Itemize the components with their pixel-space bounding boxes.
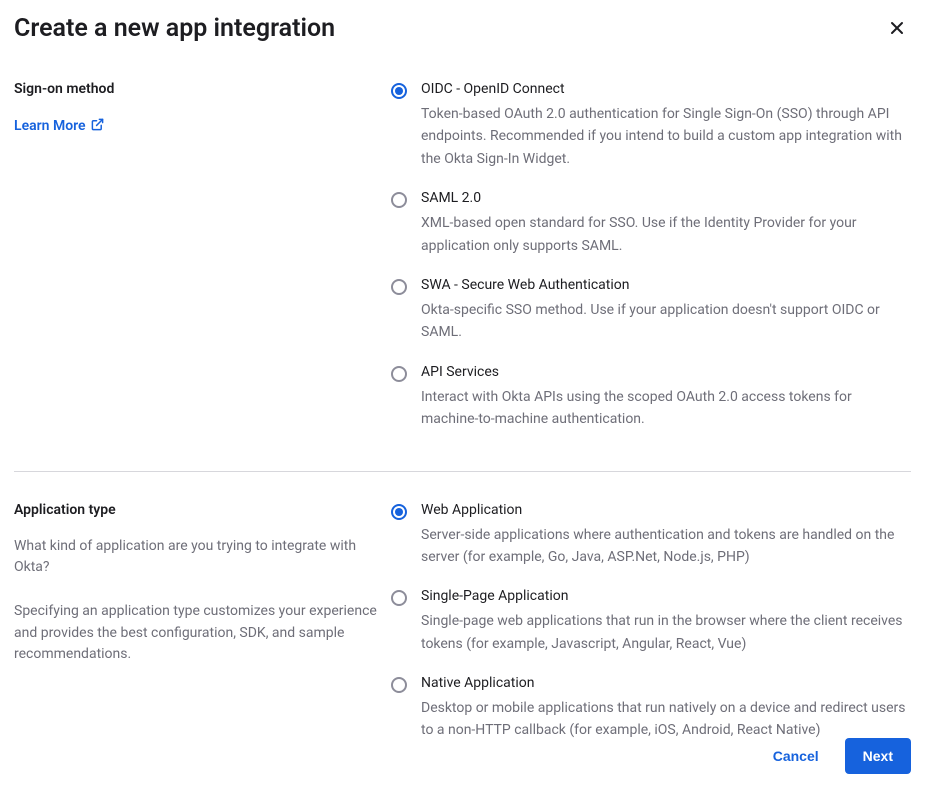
sign-on-method-label: Sign-on method xyxy=(14,81,379,97)
application-type-helper-1: What kind of application are you trying … xyxy=(14,536,379,579)
learn-more-link[interactable]: Learn More xyxy=(14,118,104,135)
radio-native-desc: Desktop or mobile applications that run … xyxy=(421,697,911,742)
radio-option-api[interactable]: API Services Interact with Okta APIs usi… xyxy=(391,364,911,431)
radio-spa-desc: Single-page web applications that run in… xyxy=(421,610,911,655)
radio-swa-desc: Okta-specific SSO method. Use if your ap… xyxy=(421,299,911,344)
radio-saml-desc: XML-based open standard for SSO. Use if … xyxy=(421,212,911,257)
next-button[interactable]: Next xyxy=(845,738,911,774)
radio-spa-title: Single-Page Application xyxy=(421,588,911,604)
radio-web-content: Web Application Server-side applications… xyxy=(421,502,911,569)
radio-web-title: Web Application xyxy=(421,502,911,518)
radio-native-title: Native Application xyxy=(421,675,911,691)
radio-oidc-title: OIDC - OpenID Connect xyxy=(421,81,911,97)
application-type-options: Web Application Server-side applications… xyxy=(391,502,911,742)
radio-oidc-desc: Token-based OAuth 2.0 authentication for… xyxy=(421,103,911,170)
dialog-title: Create a new app integration xyxy=(14,14,911,43)
radio-swa-content: SWA - Secure Web Authentication Okta-spe… xyxy=(421,277,911,344)
application-type-label: Application type xyxy=(14,502,379,518)
radio-saml-content: SAML 2.0 XML-based open standard for SSO… xyxy=(421,190,911,257)
radio-option-native[interactable]: Native Application Desktop or mobile app… xyxy=(391,675,911,742)
radio-spa-content: Single-Page Application Single-page web … xyxy=(421,588,911,655)
radio-oidc-input[interactable] xyxy=(391,83,407,99)
radio-option-web[interactable]: Web Application Server-side applications… xyxy=(391,502,911,569)
learn-more-text: Learn More xyxy=(14,118,86,134)
radio-native-content: Native Application Desktop or mobile app… xyxy=(421,675,911,742)
external-link-icon xyxy=(91,118,104,135)
radio-native-input[interactable] xyxy=(391,677,407,693)
radio-api-content: API Services Interact with Okta APIs usi… xyxy=(421,364,911,431)
radio-spa-input[interactable] xyxy=(391,590,407,606)
radio-api-desc: Interact with Okta APIs using the scoped… xyxy=(421,386,911,431)
radio-api-title: API Services xyxy=(421,364,911,380)
sign-on-method-options: OIDC - OpenID Connect Token-based OAuth … xyxy=(391,81,911,431)
radio-option-swa[interactable]: SWA - Secure Web Authentication Okta-spe… xyxy=(391,277,911,344)
radio-oidc-content: OIDC - OpenID Connect Token-based OAuth … xyxy=(421,81,911,170)
radio-api-input[interactable] xyxy=(391,366,407,382)
sign-on-method-left: Sign-on method Learn More xyxy=(14,81,379,431)
application-type-section: Application type What kind of applicatio… xyxy=(14,502,911,774)
radio-option-oidc[interactable]: OIDC - OpenID Connect Token-based OAuth … xyxy=(391,81,911,170)
cancel-button[interactable]: Cancel xyxy=(769,738,823,774)
radio-saml-title: SAML 2.0 xyxy=(421,190,911,206)
radio-option-saml[interactable]: SAML 2.0 XML-based open standard for SSO… xyxy=(391,190,911,257)
close-button[interactable] xyxy=(887,18,907,41)
close-icon xyxy=(889,24,905,39)
radio-web-input[interactable] xyxy=(391,504,407,520)
sign-on-method-section: Sign-on method Learn More OIDC - OpenID … xyxy=(14,81,911,463)
radio-swa-input[interactable] xyxy=(391,279,407,295)
radio-swa-title: SWA - Secure Web Authentication xyxy=(421,277,911,293)
section-divider xyxy=(14,471,911,472)
dialog-footer: Cancel Next xyxy=(769,738,911,774)
radio-saml-input[interactable] xyxy=(391,192,407,208)
radio-web-desc: Server-side applications where authentic… xyxy=(421,524,911,569)
application-type-helper-2: Specifying an application type customize… xyxy=(14,601,379,666)
create-app-integration-dialog: Create a new app integration Sign-on met… xyxy=(0,0,925,788)
radio-option-spa[interactable]: Single-Page Application Single-page web … xyxy=(391,588,911,655)
application-type-left: Application type What kind of applicatio… xyxy=(14,502,379,742)
